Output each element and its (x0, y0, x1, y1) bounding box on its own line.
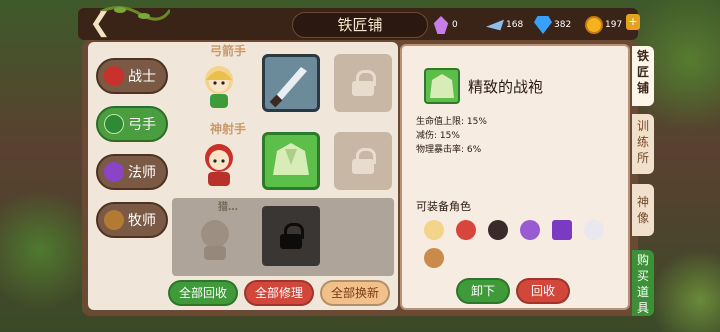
back-button[interactable]: ❮ (86, 10, 114, 38)
repair-all-button[interactable]: 全部修理 (244, 280, 314, 306)
equipment-slot-robe[interactable] (262, 132, 320, 190)
item-stat: 减伤: 15% (416, 131, 460, 141)
warrior-helmet-icon (104, 66, 124, 86)
purple-haired-hero-icon (520, 220, 540, 240)
resource-crystal: 0 (432, 14, 458, 36)
white-hair-hero-icon (584, 220, 604, 240)
resource-diamond-value: 382 (554, 20, 572, 30)
resource-gold: 197 (585, 14, 622, 36)
resource-crystal-value: 0 (452, 20, 458, 30)
class-tab-priest[interactable]: 牧师 (96, 202, 168, 238)
equippable-heroes-label: 可装备角色 (416, 200, 471, 213)
witch-hat-icon (552, 220, 572, 240)
green-robe-icon (273, 143, 309, 175)
class-tab-label: 法师 (128, 165, 156, 181)
lock-icon (352, 70, 376, 96)
diamond-icon (534, 16, 552, 34)
resource-gold-value: 197 (605, 20, 623, 30)
item-stat: 生命值上限: 15% (416, 117, 487, 127)
class-tab-warrior[interactable]: 战士 (96, 58, 168, 94)
silver-fish-icon (486, 19, 504, 31)
equipment-slot-locked (334, 132, 392, 190)
add-gold-button[interactable]: + (626, 14, 640, 30)
side-tab-training[interactable]: 训练所 (632, 114, 654, 174)
mage-flame-icon (104, 162, 124, 182)
class-tab-label: 牧师 (128, 213, 156, 229)
lock-icon (280, 223, 304, 249)
recycle-all-button[interactable]: 全部回收 (168, 280, 238, 306)
equipment-slot-dagger[interactable] (262, 54, 320, 112)
side-tab-buy-items[interactable]: 购买道具 (632, 250, 654, 316)
equipment-slot-locked-large (262, 206, 320, 266)
replace-all-button[interactable]: 全部换新 (320, 280, 390, 306)
gold-coin-icon (585, 16, 603, 34)
hunter-portrait-locked (201, 220, 229, 260)
lock-icon (352, 148, 376, 174)
priest-book-icon (104, 210, 124, 230)
side-tab-blacksmith[interactable]: 铁匠铺 (632, 46, 654, 106)
resource-diamond: 382 (534, 14, 571, 36)
unequip-button[interactable]: 卸下 (456, 278, 510, 304)
side-tab-statue[interactable]: 神像 (632, 184, 654, 236)
resource-fish: 168 (486, 14, 523, 36)
class-tab-archer[interactable]: 弓手 (96, 106, 168, 142)
green-robe-icon (424, 68, 460, 104)
class-tab-label: 战士 (128, 69, 156, 85)
archer-girl-portrait[interactable] (192, 58, 246, 112)
hero-name-sharpshooter: 神射手 (209, 122, 246, 136)
class-tab-label: 弓手 (128, 117, 156, 133)
sharpshooter-portrait[interactable] (192, 136, 246, 190)
resource-fish-value: 168 (506, 20, 524, 30)
item-name: 精致的战袍 (468, 78, 544, 96)
green-archer-hero-icon (424, 248, 444, 268)
equipment-slot-locked (334, 54, 392, 112)
archer-feather-icon (104, 114, 124, 134)
page-title: 铁匠铺 (292, 12, 428, 38)
item-stat: 物理暴击率: 6% (416, 145, 482, 155)
purple-crystal-icon (433, 16, 449, 34)
recycle-button[interactable]: 回收 (516, 278, 570, 304)
red-hero-icon (456, 220, 476, 240)
blonde-hero-icon (424, 220, 444, 240)
hero-name-archer: 弓箭手 (209, 44, 246, 58)
dagger-icon (269, 67, 307, 108)
dark-horned-hero-icon (488, 220, 508, 240)
class-tab-mage[interactable]: 法师 (96, 154, 168, 190)
